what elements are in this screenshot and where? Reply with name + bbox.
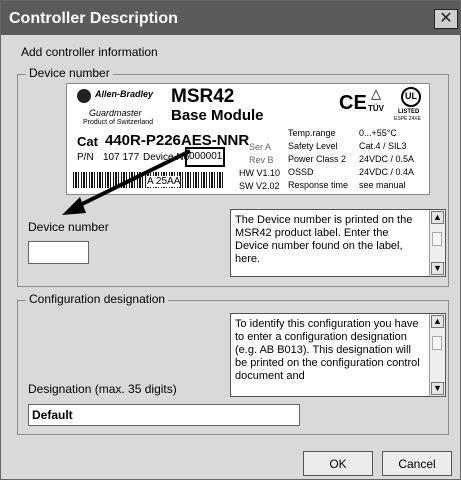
device-number-label: Device number bbox=[28, 220, 109, 234]
close-icon: ✕ bbox=[439, 10, 453, 27]
chevron-up-icon: ▲ bbox=[433, 316, 442, 326]
help-scrollbar[interactable]: ▲ ▼ bbox=[429, 210, 445, 276]
chevron-up-icon: ▲ bbox=[433, 212, 442, 222]
scroll-up-button[interactable]: ▲ bbox=[431, 211, 444, 224]
title-bar: Controller Description ✕ bbox=[1, 1, 460, 35]
chevron-down-icon: ▼ bbox=[433, 383, 442, 393]
scroll-thumb[interactable] bbox=[432, 336, 442, 350]
close-button[interactable]: ✕ bbox=[434, 9, 458, 29]
configuration-help: To identify this configuration you have … bbox=[230, 313, 446, 397]
designation-label: Designation (max. 35 digits) bbox=[28, 382, 177, 396]
scroll-down-button[interactable]: ▼ bbox=[431, 262, 444, 275]
scroll-thumb[interactable] bbox=[432, 232, 442, 246]
dialog-subtitle: Add controller information bbox=[21, 45, 158, 59]
controller-description-dialog: Controller Description ✕ Add controller … bbox=[0, 0, 461, 480]
device-number-help: The Device number is printed on the MSR4… bbox=[230, 209, 446, 277]
cancel-button[interactable]: Cancel bbox=[382, 451, 452, 476]
chevron-down-icon: ▼ bbox=[433, 263, 442, 273]
device-number-group: Device number Allen-Bradley Guardmaster … bbox=[17, 66, 449, 287]
dialog-title: Controller Description bbox=[9, 10, 178, 27]
scroll-up-button[interactable]: ▲ bbox=[431, 315, 444, 328]
configuration-help-text: To identify this configuration you have … bbox=[235, 318, 420, 382]
device-number-help-text: The Device number is printed on the MSR4… bbox=[235, 214, 413, 265]
config-help-scrollbar[interactable]: ▲ ▼ bbox=[429, 314, 445, 396]
configuration-group-label: Configuration designation bbox=[26, 292, 169, 306]
scroll-down-button[interactable]: ▼ bbox=[431, 382, 444, 395]
ok-button[interactable]: OK bbox=[303, 451, 373, 476]
designation-input[interactable] bbox=[28, 404, 300, 426]
configuration-designation-group: Configuration designation To identify th… bbox=[17, 292, 449, 435]
device-number-input[interactable] bbox=[28, 241, 89, 264]
